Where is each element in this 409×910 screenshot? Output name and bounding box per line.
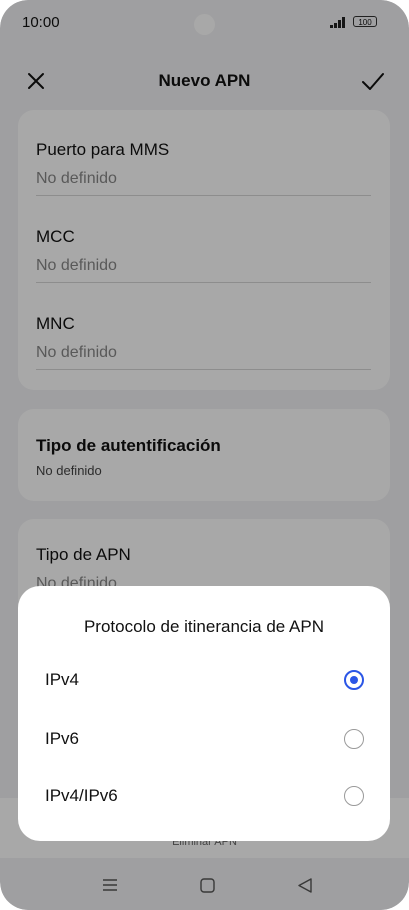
phone-screen: 10:00 100 Nuevo APN Puerto para MMS No d… (0, 0, 409, 910)
roaming-protocol-dialog: Protocolo de itinerancia de APN IPv4 IPv… (18, 586, 390, 841)
option-ipv6[interactable]: IPv6 (18, 715, 390, 765)
option-label: IPv4/IPv6 (45, 786, 118, 805)
option-ipv4[interactable]: IPv4 (18, 656, 390, 706)
radio-selected-icon[interactable] (344, 670, 364, 690)
option-label: IPv6 (45, 729, 80, 748)
radio-unselected-icon[interactable] (344, 729, 364, 749)
radio-unselected-icon[interactable] (344, 786, 364, 806)
option-label: IPv4 (45, 670, 80, 689)
dialog-title: Protocolo de itinerancia de APN (83, 617, 325, 636)
option-ipv4-ipv6[interactable]: IPv4/IPv6 (18, 772, 390, 822)
